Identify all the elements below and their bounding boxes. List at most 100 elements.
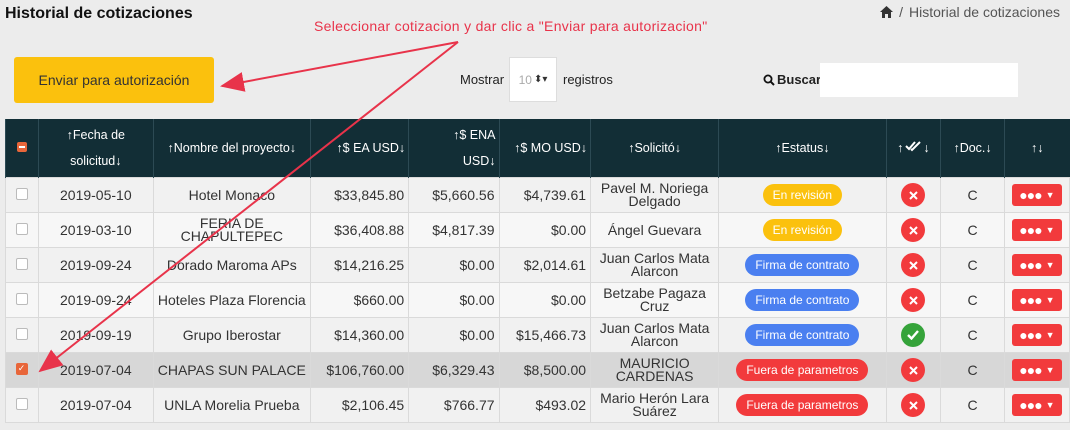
cell-doc[interactable]: C (940, 247, 1005, 283)
page-title: Historial de cotizaciones (5, 5, 193, 22)
header-ena[interactable]: ↑$ ENA USD↓ (408, 119, 500, 178)
row-checkbox[interactable] (15, 293, 28, 305)
row-actions-button[interactable]: ●●● ▼ (1011, 184, 1062, 206)
row-actions-button[interactable]: ●●● ▼ (1011, 394, 1062, 416)
send-for-authorization-button[interactable]: Enviar para autorización (14, 57, 214, 103)
caret-down-icon: ▼ (1045, 294, 1055, 305)
cell-fecha: 2019-07-04 (37, 352, 155, 388)
cell-estatus: En revisión (718, 177, 887, 213)
cell-proyecto: Hotel Monaco (153, 177, 311, 213)
cell-proyecto: Dorado Maroma APs (153, 247, 311, 283)
header-ena-label: ↑$ ENA (453, 128, 496, 142)
row-select-cell (5, 387, 39, 423)
cell-fecha: 2019-09-24 (37, 282, 155, 318)
cell-doc[interactable]: C (940, 352, 1005, 388)
breadcrumb-separator: / (899, 4, 904, 20)
table-row[interactable]: 2019-07-04CHAPAS SUN PALACE$106,760.00$6… (5, 352, 1070, 388)
page-size-value: 10 (518, 72, 532, 87)
x-icon (901, 183, 926, 207)
status-badge: Fuera de parametros (736, 359, 869, 381)
cell-actions: ●●● ▼ (1003, 387, 1070, 423)
cell-doc[interactable]: C (940, 317, 1005, 353)
search-input[interactable] (820, 63, 1018, 97)
row-actions-button[interactable]: ●●● ▼ (1011, 324, 1062, 346)
cell-fecha: 2019-05-10 (37, 177, 155, 213)
quotes-table: ↑Fecha de solicitud↓ ↑Nombre del proyecto↓… (5, 119, 1070, 423)
cell-estatus: Firma de contrato (718, 282, 887, 318)
x-icon (901, 358, 926, 382)
cell-doc[interactable]: C (940, 177, 1005, 213)
cell-auth (885, 387, 942, 423)
header-acciones[interactable]: ↑↓ (1003, 119, 1070, 178)
cell-auth (885, 317, 942, 353)
row-checkbox[interactable] (15, 363, 28, 375)
header-proyecto[interactable]: ↑Nombre del proyecto↓ (153, 119, 311, 178)
cell-estatus: Fuera de parametros (718, 352, 887, 388)
cell-ea: $2,106.45 (309, 387, 410, 423)
table-row[interactable]: 2019-05-10 Hotel Monaco $33,845.80 $5,660.5… (5, 177, 1070, 213)
cell-ea: $106,760.00 (309, 352, 410, 388)
row-actions-button[interactable]: ●●● ▼ (1011, 219, 1062, 241)
table-row[interactable]: 2019-03-10 FERIA DE CHAPULTEPEC $36,408.88… (5, 212, 1070, 248)
header-auth-label: ↑ (897, 141, 904, 155)
cell-estatus: En revisión (718, 212, 887, 248)
cell-estatus: Firma de contrato (718, 247, 887, 283)
check-icon (901, 323, 926, 347)
header-estatus[interactable]: ↑Estatus↓ (718, 119, 887, 178)
cell-doc[interactable]: C (940, 212, 1005, 248)
header-auth[interactable]: ↑ ↓ (885, 119, 941, 178)
row-actions-button[interactable]: ●●● ▼ (1011, 289, 1062, 311)
header-mo[interactable]: ↑$ MO USD↓ (498, 119, 591, 178)
header-fecha-label: ↑Fecha de (66, 128, 125, 142)
row-select-cell (5, 282, 39, 318)
cell-mo: $0.00 (498, 282, 592, 318)
cell-solicito: Betzabe Pagaza Cruz (590, 282, 720, 318)
header-doc[interactable]: ↑Doc.↓ (940, 119, 1005, 178)
caret-down-icon: ▼ (1045, 364, 1055, 375)
cell-proyecto: Hoteles Plaza Florencia (153, 282, 311, 318)
table-row[interactable]: 2019-09-24 Dorado Maroma APs $14,216.25 $0.… (5, 247, 1070, 283)
cell-fecha: 2019-09-19 (37, 317, 155, 353)
cell-fecha: 2019-09-24 (37, 247, 155, 283)
cell-estatus: Fuera de parametros (718, 387, 887, 423)
more-dots-icon: ●●● (1019, 396, 1042, 413)
cell-solicito: MAURICIO CARDENAS (590, 352, 720, 388)
home-icon[interactable] (880, 6, 894, 18)
header-solicito[interactable]: ↑Solicitó↓ (590, 119, 719, 178)
row-checkbox[interactable] (15, 258, 28, 270)
cell-mo: $15,466.73 (498, 317, 592, 353)
more-dots-icon: ●●● (1019, 361, 1042, 378)
more-dots-icon: ●●● (1019, 256, 1042, 273)
table-row[interactable]: 2019-07-04 UNLA Morelia Prueba $2,106.45 $7… (5, 387, 1070, 423)
cell-ena: $0.00 (408, 247, 500, 283)
cell-doc[interactable]: C (940, 282, 1005, 318)
table-row[interactable]: 2019-09-19 Grupo Iberostar $14,360.00 $0.00… (5, 317, 1070, 353)
header-ea[interactable]: ↑$ EA USD↓ (309, 119, 409, 178)
cell-proyecto: Grupo Iberostar (153, 317, 311, 353)
row-checkbox[interactable] (15, 398, 28, 410)
select-all-checkbox[interactable] (16, 142, 27, 152)
page-size-select[interactable]: 10 ⬍▾ (509, 57, 557, 102)
x-icon (901, 288, 926, 312)
row-actions-button[interactable]: ●●● ▼ (1011, 359, 1062, 381)
row-actions-button[interactable]: ●●● ▼ (1011, 254, 1062, 276)
cell-ea: $660.00 (309, 282, 410, 318)
caret-down-icon: ▼ (1045, 224, 1055, 235)
search-label-text: Buscar: (777, 72, 826, 87)
row-checkbox[interactable] (15, 328, 28, 340)
header-fecha[interactable]: ↑Fecha de solicitud↓ (37, 119, 154, 178)
row-select-cell (5, 247, 39, 283)
select-arrows-icon: ⬍▾ (533, 74, 548, 85)
cell-doc[interactable]: C (940, 387, 1005, 423)
x-icon (901, 218, 926, 242)
header-solicito-label: ↑Solicitó↓ (628, 141, 681, 155)
header-fecha-label-2: solicitud↓ (70, 154, 122, 168)
row-checkbox[interactable] (15, 223, 28, 235)
table-row[interactable]: 2019-09-24 Hoteles Plaza Florencia $660.00… (5, 282, 1070, 318)
cell-ea: $14,360.00 (309, 317, 410, 353)
cell-mo: $4,739.61 (498, 177, 592, 213)
cell-actions: ●●● ▼ (1003, 247, 1070, 283)
caret-down-icon: ▼ (1045, 329, 1055, 340)
row-checkbox[interactable] (15, 188, 28, 200)
select-all-header[interactable] (5, 119, 39, 178)
